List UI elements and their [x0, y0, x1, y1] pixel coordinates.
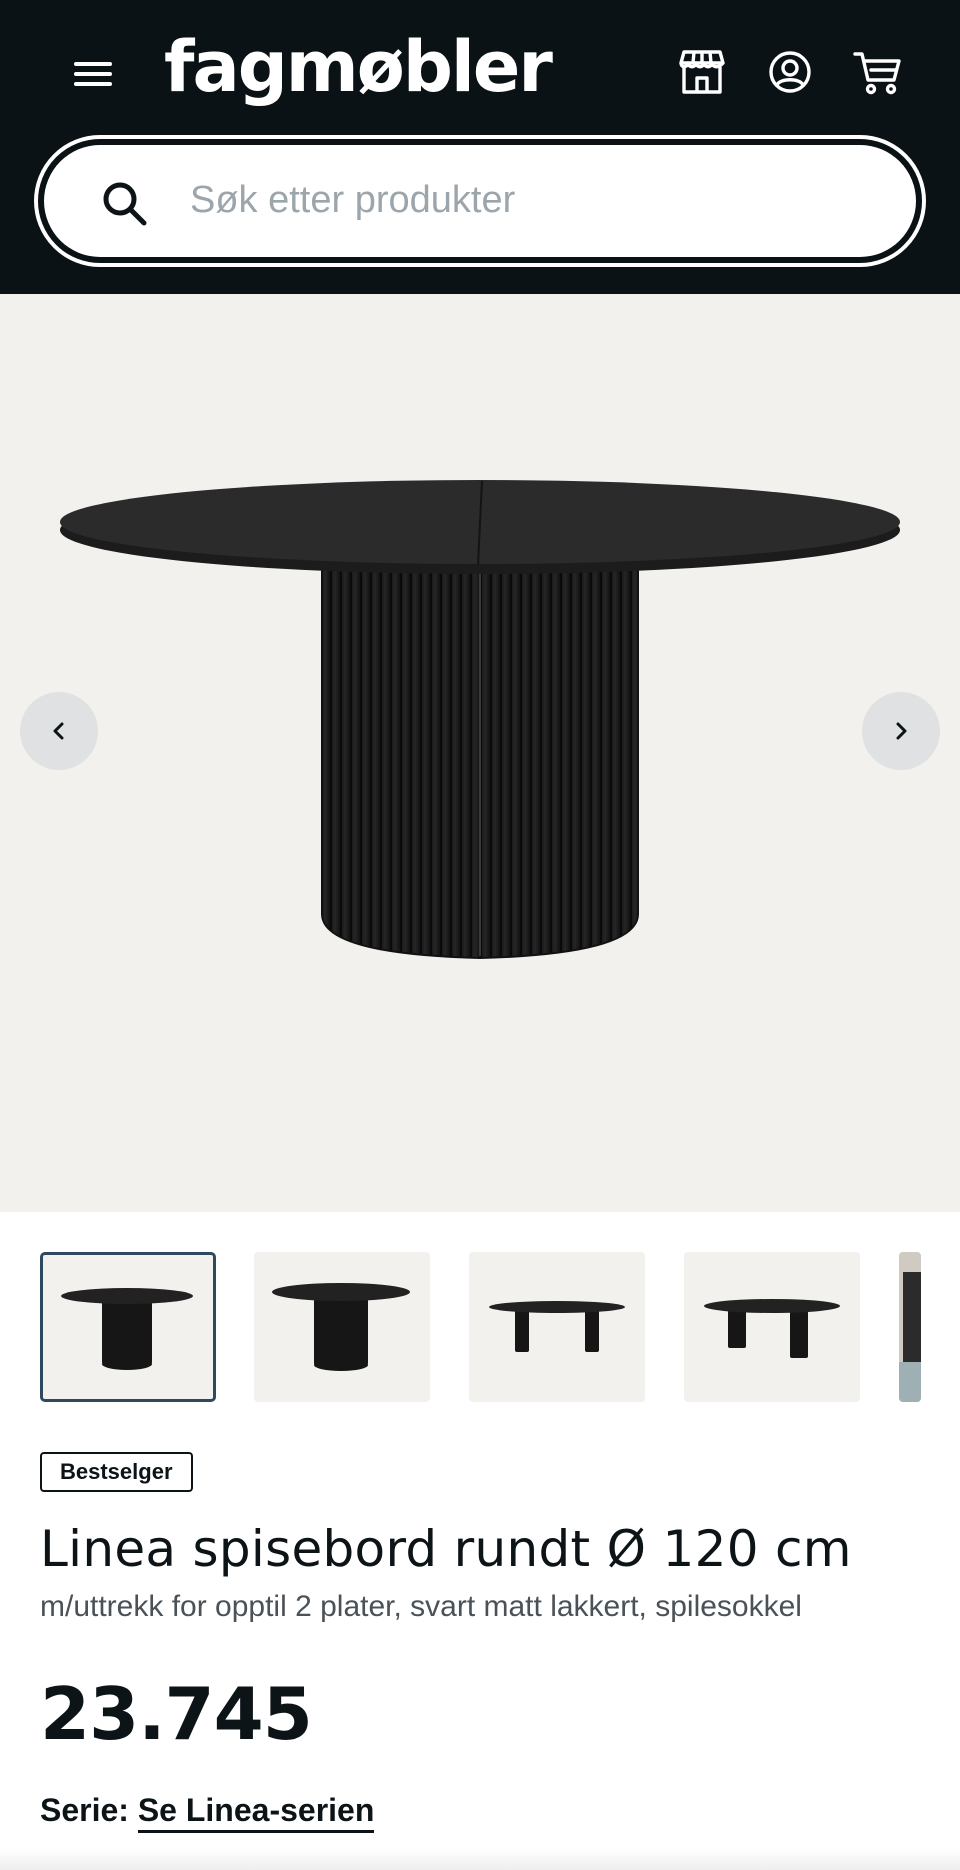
menu-icon[interactable] [70, 54, 116, 94]
thumbnail-4[interactable] [684, 1252, 860, 1402]
thumbnail-5[interactable] [899, 1252, 921, 1402]
series-link[interactable]: Se Linea-serien [137, 1792, 375, 1833]
cart-icon[interactable] [852, 46, 904, 98]
thumbnail-strip [0, 1250, 960, 1404]
thumbnail-2[interactable] [254, 1252, 430, 1402]
bestseller-badge: Bestselger [40, 1452, 193, 1492]
sticky-bar-shadow [0, 1848, 960, 1870]
product-price: 23.745 [40, 1672, 313, 1756]
product-subtitle: m/uttrekk for opptil 2 plater, svart mat… [40, 1590, 802, 1623]
gallery-next-button[interactable] [862, 692, 940, 770]
series-row: Serie: Se Linea-serien [40, 1792, 375, 1833]
account-icon[interactable] [764, 46, 816, 98]
series-label: Serie: [40, 1792, 129, 1828]
thumbnail-3[interactable] [469, 1252, 645, 1402]
product-image[interactable] [50, 434, 900, 1114]
thumbnail-1[interactable] [40, 1252, 216, 1402]
search-icon[interactable] [100, 179, 150, 229]
chevron-left-icon [53, 722, 64, 740]
product-gallery [0, 294, 960, 1212]
search-box[interactable] [44, 145, 916, 257]
chevron-right-icon [896, 722, 907, 740]
product-title: Linea spisebord rundt Ø 120 cm [40, 1520, 852, 1578]
gallery-prev-button[interactable] [20, 692, 98, 770]
store-icon[interactable] [676, 46, 728, 98]
site-header: fagmøbler [0, 0, 960, 294]
search-input[interactable] [190, 165, 850, 235]
site-logo[interactable]: fagmøbler [164, 22, 553, 112]
search-bar [34, 135, 926, 267]
